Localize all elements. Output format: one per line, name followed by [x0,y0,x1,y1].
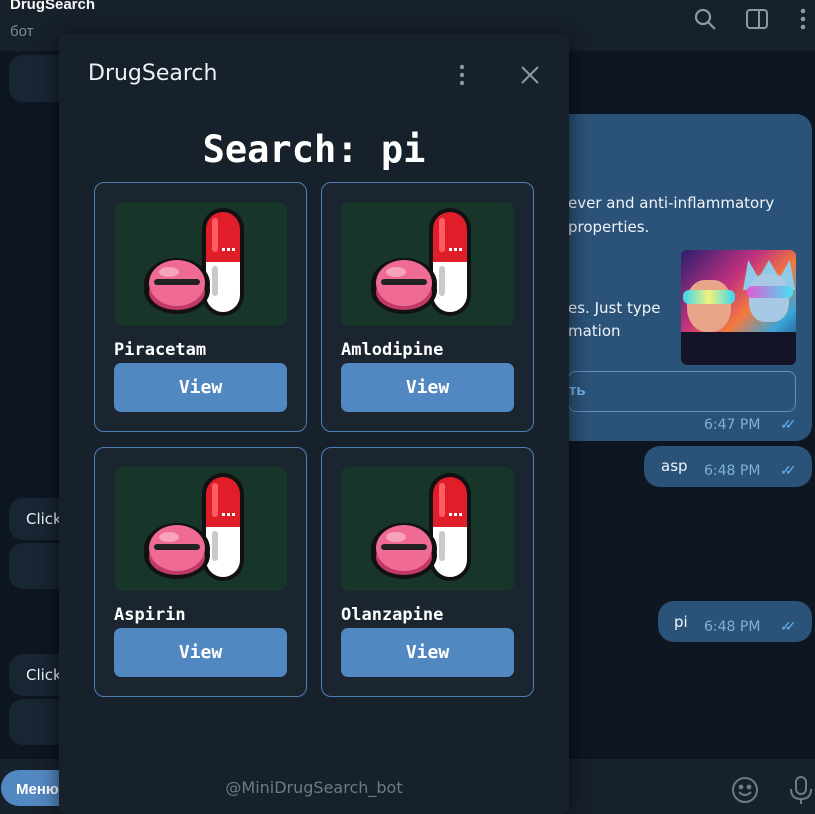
drug-card: Amlodipine View [321,182,534,432]
message-image[interactable] [681,250,796,365]
read-check-icon: ✓✓ [780,462,797,478]
view-button[interactable]: View [341,628,514,677]
message-line: properties. [568,218,650,236]
message-text: Click [26,510,62,528]
emoji-icon[interactable] [730,775,760,805]
sidebar-toggle-icon[interactable] [744,6,770,32]
message-time: 6:48 PM [704,463,761,479]
pill-icon [114,467,287,591]
more-vertical-icon[interactable] [790,6,815,32]
search-icon[interactable] [692,6,718,32]
drug-card: Olanzapine View [321,447,534,697]
drug-name: Amlodipine [341,340,444,360]
pill-icon [341,467,514,591]
message-line: ever and anti-inflammatory [568,194,775,212]
pill-icon [341,202,514,326]
mini-app-window: DrugSearch Search: pi Piracetam View Aml… [59,34,569,814]
search-heading: Search: pi [202,128,426,171]
read-check-icon: ✓✓ [780,618,797,634]
inline-keyboard-button[interactable]: ть [568,371,796,412]
mini-app-title: DrugSearch [88,61,218,86]
bot-username-footer: @MiniDrugSearch_bot [225,778,403,797]
message-text: Click [26,666,62,684]
pill-icon [114,202,287,326]
message-line: es. Just type [568,299,661,317]
message-bubble-outgoing: pi 6:48 PM ✓✓ [658,601,812,642]
drug-card: Piracetam View [94,182,307,432]
read-check-icon: ✓✓ [780,416,797,432]
drug-card: Aspirin View [94,447,307,697]
message-text: asp [661,457,688,475]
view-button[interactable]: View [114,628,287,677]
more-vertical-icon[interactable] [449,62,475,88]
message-line: mation [568,322,621,340]
view-button[interactable]: View [341,363,514,412]
message-time: 6:48 PM [704,619,761,635]
drug-name: Piracetam [114,340,207,360]
chat-title[interactable]: DrugSearch [10,0,95,13]
view-button[interactable]: View [114,363,287,412]
message-bubble-outgoing: asp 6:48 PM ✓✓ [644,446,812,487]
inline-button-label: ть [569,382,586,399]
message-time: 6:47 PM [704,417,761,433]
microphone-icon[interactable] [786,775,815,805]
message-text: pi [674,613,688,631]
drug-name: Olanzapine [341,605,444,625]
close-icon[interactable] [517,62,543,88]
chat-subtitle: бот [10,23,34,40]
drug-name: Aspirin [114,605,186,625]
